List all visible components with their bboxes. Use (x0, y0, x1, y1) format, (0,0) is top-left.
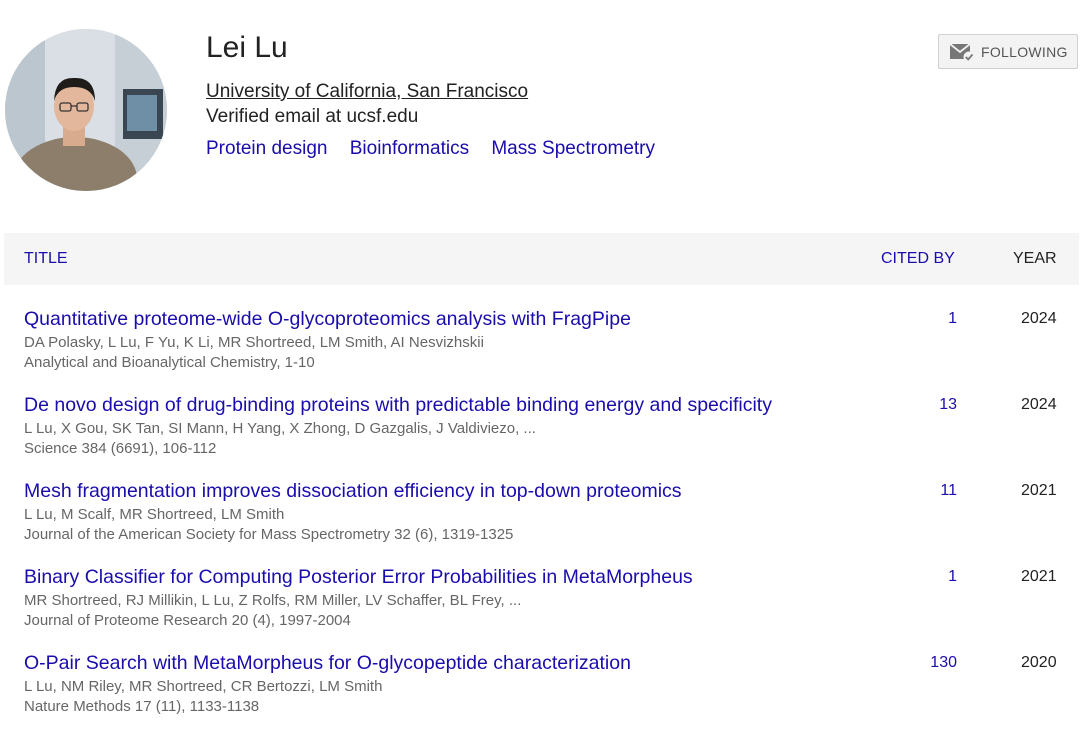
publication-title-link[interactable]: Binary Classifier for Computing Posterio… (24, 566, 693, 589)
publication-venue: Science 384 (6691), 106-112 (24, 440, 217, 457)
publication-venue: Journal of the American Society for Mass… (24, 526, 514, 543)
publication-year: 2021 (1021, 482, 1057, 499)
cited-by-count-link[interactable]: 11 (940, 482, 957, 500)
publication-year: 2024 (1021, 396, 1057, 413)
table-header: TITLE CITED BY YEAR (4, 233, 1079, 285)
publication-venue: Nature Methods 17 (11), 1133-1138 (24, 698, 260, 715)
publication-venue: Analytical and Bioanalytical Chemistry, … (24, 354, 315, 371)
mail-check-icon (949, 41, 975, 63)
publication-authors: L Lu, NM Riley, MR Shortreed, CR Bertozz… (24, 678, 383, 695)
following-button[interactable]: FOLLOWING (938, 34, 1078, 69)
research-interests: Protein design Bioinformatics Mass Spect… (206, 138, 672, 160)
profile-name: Lei Lu (206, 31, 288, 64)
cited-by-count-link[interactable]: 130 (930, 654, 957, 672)
table-row: Quantitative proteome-wide O-glycoproteo… (0, 308, 1080, 394)
cited-by-count-link[interactable]: 13 (939, 396, 957, 414)
publication-authors: DA Polasky, L Lu, F Yu, K Li, MR Shortre… (24, 334, 484, 351)
publication-title-link[interactable]: O-Pair Search with MetaMorpheus for O-gl… (24, 652, 631, 675)
interest-link-protein-design[interactable]: Protein design (206, 138, 327, 159)
publication-year: 2021 (1021, 568, 1057, 585)
publication-year: 2024 (1021, 310, 1057, 327)
cited-by-count-link[interactable]: 1 (948, 568, 957, 586)
table-row: Mesh fragmentation improves dissociation… (0, 480, 1080, 566)
interest-link-bioinformatics[interactable]: Bioinformatics (350, 138, 469, 159)
publication-year: 2020 (1021, 654, 1057, 671)
publication-title-link[interactable]: De novo design of drug-binding proteins … (24, 394, 772, 417)
avatar (5, 29, 167, 191)
publication-authors: L Lu, X Gou, SK Tan, SI Mann, H Yang, X … (24, 420, 536, 437)
column-header-cited-by[interactable]: CITED BY (881, 250, 955, 268)
following-button-label: FOLLOWING (981, 43, 1068, 60)
interest-link-mass-spectrometry[interactable]: Mass Spectrometry (491, 138, 655, 159)
column-header-title[interactable]: TITLE (24, 250, 68, 268)
publication-authors: MR Shortreed, RJ Millikin, L Lu, Z Rolfs… (24, 592, 522, 609)
publication-title-link[interactable]: Quantitative proteome-wide O-glycoproteo… (24, 308, 631, 331)
publication-title-link[interactable]: Mesh fragmentation improves dissociation… (24, 480, 682, 503)
publication-authors: L Lu, M Scalf, MR Shortreed, LM Smith (24, 506, 285, 523)
table-row: O-Pair Search with MetaMorpheus for O-gl… (0, 652, 1080, 738)
column-header-year[interactable]: YEAR (1013, 250, 1057, 268)
affiliation-link[interactable]: University of California, San Francisco (206, 81, 528, 103)
publication-venue: Journal of Proteome Research 20 (4), 199… (24, 612, 351, 629)
table-row: Binary Classifier for Computing Posterio… (0, 566, 1080, 652)
table-row: De novo design of drug-binding proteins … (0, 394, 1080, 480)
cited-by-count-link[interactable]: 1 (948, 310, 957, 328)
verified-email: Verified email at ucsf.edu (206, 106, 419, 127)
